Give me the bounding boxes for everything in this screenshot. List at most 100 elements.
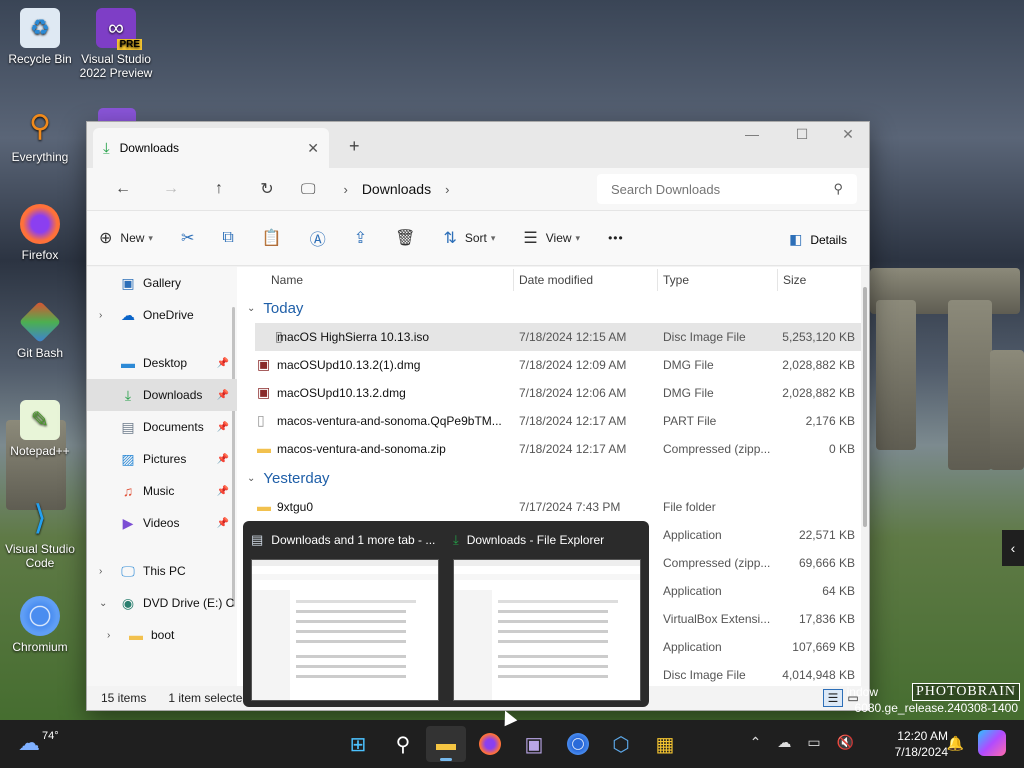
- windows-start-icon[interactable]: ⊞: [338, 726, 378, 762]
- cloud-offline-icon[interactable]: ☁: [777, 734, 791, 751]
- refresh-button[interactable]: ↻: [243, 179, 291, 199]
- cut-button[interactable]: ✂: [181, 228, 194, 248]
- weather-widget[interactable]: ☁ 74°: [18, 730, 59, 756]
- desktop-icon-everything[interactable]: ⚲ Everything: [0, 106, 80, 165]
- view-button[interactable]: ☰ View ▾: [523, 228, 580, 248]
- up-button[interactable]: ↑: [195, 180, 243, 198]
- preview-header: ▤ Downloads and 1 more tab - ...: [251, 531, 441, 549]
- desktop-icon-firefox[interactable]: Firefox: [0, 204, 80, 262]
- forward-button[interactable]: →: [147, 180, 195, 198]
- sidebar-item-desktop[interactable]: ▬ Desktop 📌: [87, 347, 237, 379]
- breadcrumb-downloads[interactable]: Downloads: [362, 181, 431, 197]
- search-icon[interactable]: ⚲: [833, 181, 843, 197]
- desktop-icon-notepadpp[interactable]: ✎ Notepad++: [0, 400, 80, 458]
- volume-muted-icon[interactable]: 🔇: [837, 734, 854, 751]
- sort-button[interactable]: ⇅ Sort ▾: [443, 228, 495, 248]
- details-view-icon[interactable]: ☰: [823, 689, 843, 707]
- column-size[interactable]: Size: [783, 273, 806, 287]
- chevron-down-icon[interactable]: ⌄: [247, 303, 255, 314]
- search-box[interactable]: ⚲: [597, 174, 857, 204]
- file-list-scrollbar[interactable]: [861, 267, 869, 686]
- widgets-expand-button[interactable]: ‹: [1002, 530, 1024, 566]
- paste-button[interactable]: 📋: [262, 228, 282, 248]
- sidebar-item-gallery[interactable]: ▣ Gallery: [87, 267, 237, 299]
- sidebar-item-downloads[interactable]: ⤓ Downloads 📌: [87, 379, 237, 411]
- virtualbox-icon[interactable]: ⬡: [601, 726, 641, 762]
- scrollbar-thumb[interactable]: [863, 287, 867, 527]
- sidebar-item-pictures[interactable]: ▨ Pictures 📌: [87, 443, 237, 475]
- sidebar-item-documents[interactable]: ▤ Documents 📌: [87, 411, 237, 443]
- maximize-button[interactable]: ☐: [779, 126, 825, 143]
- preview-window-2[interactable]: ⤓ Downloads - File Explorer: [453, 531, 643, 701]
- new-button[interactable]: ⊕ New ▾: [99, 228, 153, 248]
- file-name: macOS HighSierra 10.13.iso: [277, 330, 430, 344]
- share-button[interactable]: ⇪: [354, 228, 367, 248]
- firefox-icon[interactable]: [470, 726, 510, 762]
- column-divider[interactable]: [513, 269, 514, 291]
- app-icon[interactable]: ▣: [514, 726, 554, 762]
- details-button[interactable]: ◧ Details: [789, 231, 847, 248]
- sidebar-item-onedrive[interactable]: › ☁ OneDrive: [87, 299, 237, 331]
- sidebar-item-dvd-drive-e-c[interactable]: ⌄ ◉ DVD Drive (E:) C: [87, 587, 237, 619]
- chevron-right-icon[interactable]: ›: [445, 182, 449, 197]
- file-explorer-icon[interactable]: ▬: [426, 726, 466, 762]
- file-row[interactable]: ▣ macOSUpd10.13.2.dmg 7/18/2024 12:06 AM DM…: [237, 379, 869, 407]
- file-row[interactable]: ▬ 9xtgu0 7/17/2024 7:43 PM File folder: [237, 493, 869, 521]
- search-icon[interactable]: ⚲: [383, 726, 423, 762]
- preview-window-1[interactable]: ▤ Downloads and 1 more tab - ...: [251, 531, 441, 701]
- desktop-icon-visual-studio-preview[interactable]: ∞ PRE Visual Studio 2022 Preview: [76, 8, 156, 80]
- git-bash-icon: [18, 300, 62, 344]
- file-row[interactable]: ▯ macos-ventura-and-sonoma.QqPe9bTM... 7/1…: [237, 407, 869, 435]
- chevron-down-icon[interactable]: ⌄: [99, 598, 107, 609]
- chevron-up-icon[interactable]: ⌃: [750, 734, 762, 751]
- sidebar-item-videos[interactable]: ▶ Videos 📌: [87, 507, 237, 539]
- chevron-right-icon[interactable]: ›: [99, 310, 102, 321]
- file-row[interactable]: ▬ macos-ventura-and-sonoma.zip 7/18/2024 1…: [237, 435, 869, 463]
- network-icon[interactable]: ▭: [807, 734, 820, 751]
- details-label: Details: [810, 232, 847, 247]
- delete-button[interactable]: 🗑: [395, 228, 415, 248]
- sidebar-item-boot[interactable]: › ▬ boot: [87, 619, 237, 651]
- file-row[interactable]: ▯ macOS HighSierra 10.13.iso 7/18/2024 12:…: [255, 323, 865, 351]
- tab-close-icon[interactable]: ✕: [307, 140, 319, 157]
- system-clock[interactable]: 12:20 AM 7/18/2024: [895, 728, 948, 760]
- rename-button[interactable]: Ⓐ: [310, 226, 326, 250]
- search-input[interactable]: [611, 181, 811, 197]
- address-bar[interactable]: 🖵 › Downloads ›: [295, 174, 585, 204]
- desktop-icon-vscode[interactable]: ⟩ Visual Studio Code: [0, 498, 80, 570]
- copilot-icon[interactable]: [978, 730, 1006, 756]
- close-button[interactable]: ✕: [825, 126, 871, 143]
- mini-line: [296, 600, 416, 603]
- chevron-down-icon[interactable]: ⌄: [247, 473, 255, 484]
- more-options-button[interactable]: •••: [608, 231, 624, 245]
- chromium-icon: [20, 596, 60, 636]
- notification-bell-icon[interactable]: 🔔: [947, 735, 964, 752]
- column-name[interactable]: Name: [271, 273, 303, 287]
- desktop-icon-recycle-bin[interactable]: ♻ Recycle Bin: [0, 8, 80, 66]
- sidebar-item-this-pc[interactable]: › 🖵 This PC: [87, 555, 237, 587]
- sidebar-item-music[interactable]: ♫ Music 📌: [87, 475, 237, 507]
- desktop-icon-git-bash[interactable]: Git Bash: [0, 300, 80, 360]
- group-header[interactable]: ⌄ Today: [237, 293, 869, 323]
- back-button[interactable]: ←: [99, 180, 147, 198]
- desktop-purple-app-icon[interactable]: [98, 108, 136, 122]
- column-header: ⌃ Name Date modified Type Size: [237, 267, 869, 293]
- chevron-right-icon[interactable]: ›: [99, 566, 102, 577]
- column-divider[interactable]: [777, 269, 778, 291]
- store-icon[interactable]: ▦: [645, 726, 685, 762]
- chromium-icon[interactable]: [558, 726, 598, 762]
- column-date-modified[interactable]: Date modified: [519, 273, 593, 287]
- chevron-right-icon[interactable]: ›: [107, 630, 110, 641]
- new-tab-button[interactable]: +: [349, 136, 360, 157]
- vscode-icon: ⟩: [33, 499, 47, 537]
- desktop-icon-label: Notepad++: [10, 444, 70, 458]
- column-divider[interactable]: [657, 269, 658, 291]
- minimize-button[interactable]: —: [729, 126, 775, 142]
- file-row[interactable]: ▣ macOSUpd10.13.2(1).dmg 7/18/2024 12:09 A…: [237, 351, 869, 379]
- tab-downloads[interactable]: ⤓ Downloads ✕: [93, 128, 329, 168]
- sort-label: Sort: [464, 231, 487, 245]
- copy-button[interactable]: ⧉: [222, 229, 233, 247]
- desktop-icon-chromium[interactable]: Chromium: [0, 596, 80, 654]
- column-type[interactable]: Type: [663, 273, 689, 287]
- group-header[interactable]: ⌄ Yesterday: [237, 463, 869, 493]
